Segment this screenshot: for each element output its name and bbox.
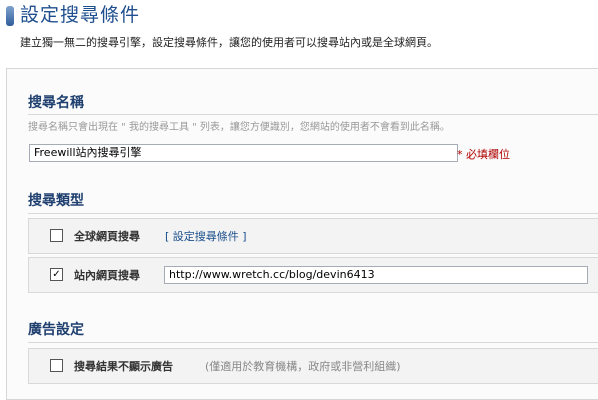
page-description: 建立獨一無二的搜尋引擎，設定搜尋條件，讓您的使用者可以搜尋站內或是全球網頁。 (20, 36, 438, 49)
section-divider (28, 213, 598, 214)
search-name-input[interactable]: Freewill站內搜尋引擎 (29, 144, 458, 162)
ad-settings-heading: 廣告設定 (28, 322, 84, 338)
settings-panel: 搜尋名稱 搜尋名稱只會出現在 " 我的搜尋工具 " 列表，讓您方便識別，您網站的… (6, 68, 598, 400)
page-title: 設定搜尋條件 (20, 4, 141, 26)
search-type-heading: 搜尋類型 (28, 193, 84, 209)
site-search-checkbox[interactable]: ✓ (50, 268, 63, 281)
no-ads-label: 搜尋結果不顯示廣告 (74, 360, 173, 373)
global-search-checkbox[interactable] (50, 229, 63, 242)
search-name-heading: 搜尋名稱 (28, 95, 84, 111)
section-divider (28, 114, 598, 115)
site-url-input[interactable]: http://www.wretch.cc/blog/devin6413 (164, 266, 588, 284)
required-field-label: * 必填欄位 (457, 148, 510, 161)
no-ads-note: (僅適用於教育機構，政府或非營利組織) (205, 360, 401, 373)
no-ads-option: 搜尋結果不顯示廣告 (僅適用於教育機構，政府或非營利組織) (28, 348, 598, 384)
no-ads-checkbox[interactable] (50, 359, 63, 372)
site-search-label: 站內網頁搜尋 (74, 269, 140, 282)
set-search-conditions-link[interactable]: [ 設定搜尋條件 ] (165, 228, 247, 244)
global-search-option: 全球網頁搜尋 [ 設定搜尋條件 ] (28, 218, 598, 254)
section-divider (28, 342, 598, 343)
global-search-label: 全球網頁搜尋 (74, 230, 140, 243)
site-search-option: ✓ 站內網頁搜尋 http://www.wretch.cc/blog/devin… (28, 257, 598, 293)
page-header: 設定搜尋條件 建立獨一無二的搜尋引擎，設定搜尋條件，讓您的使用者可以搜尋站內或是… (0, 0, 598, 66)
search-name-hint: 搜尋名稱只會出現在 " 我的搜尋工具 " 列表，讓您方便識別，您網站的使用者不會… (28, 122, 450, 133)
title-accent-bar (6, 6, 14, 26)
